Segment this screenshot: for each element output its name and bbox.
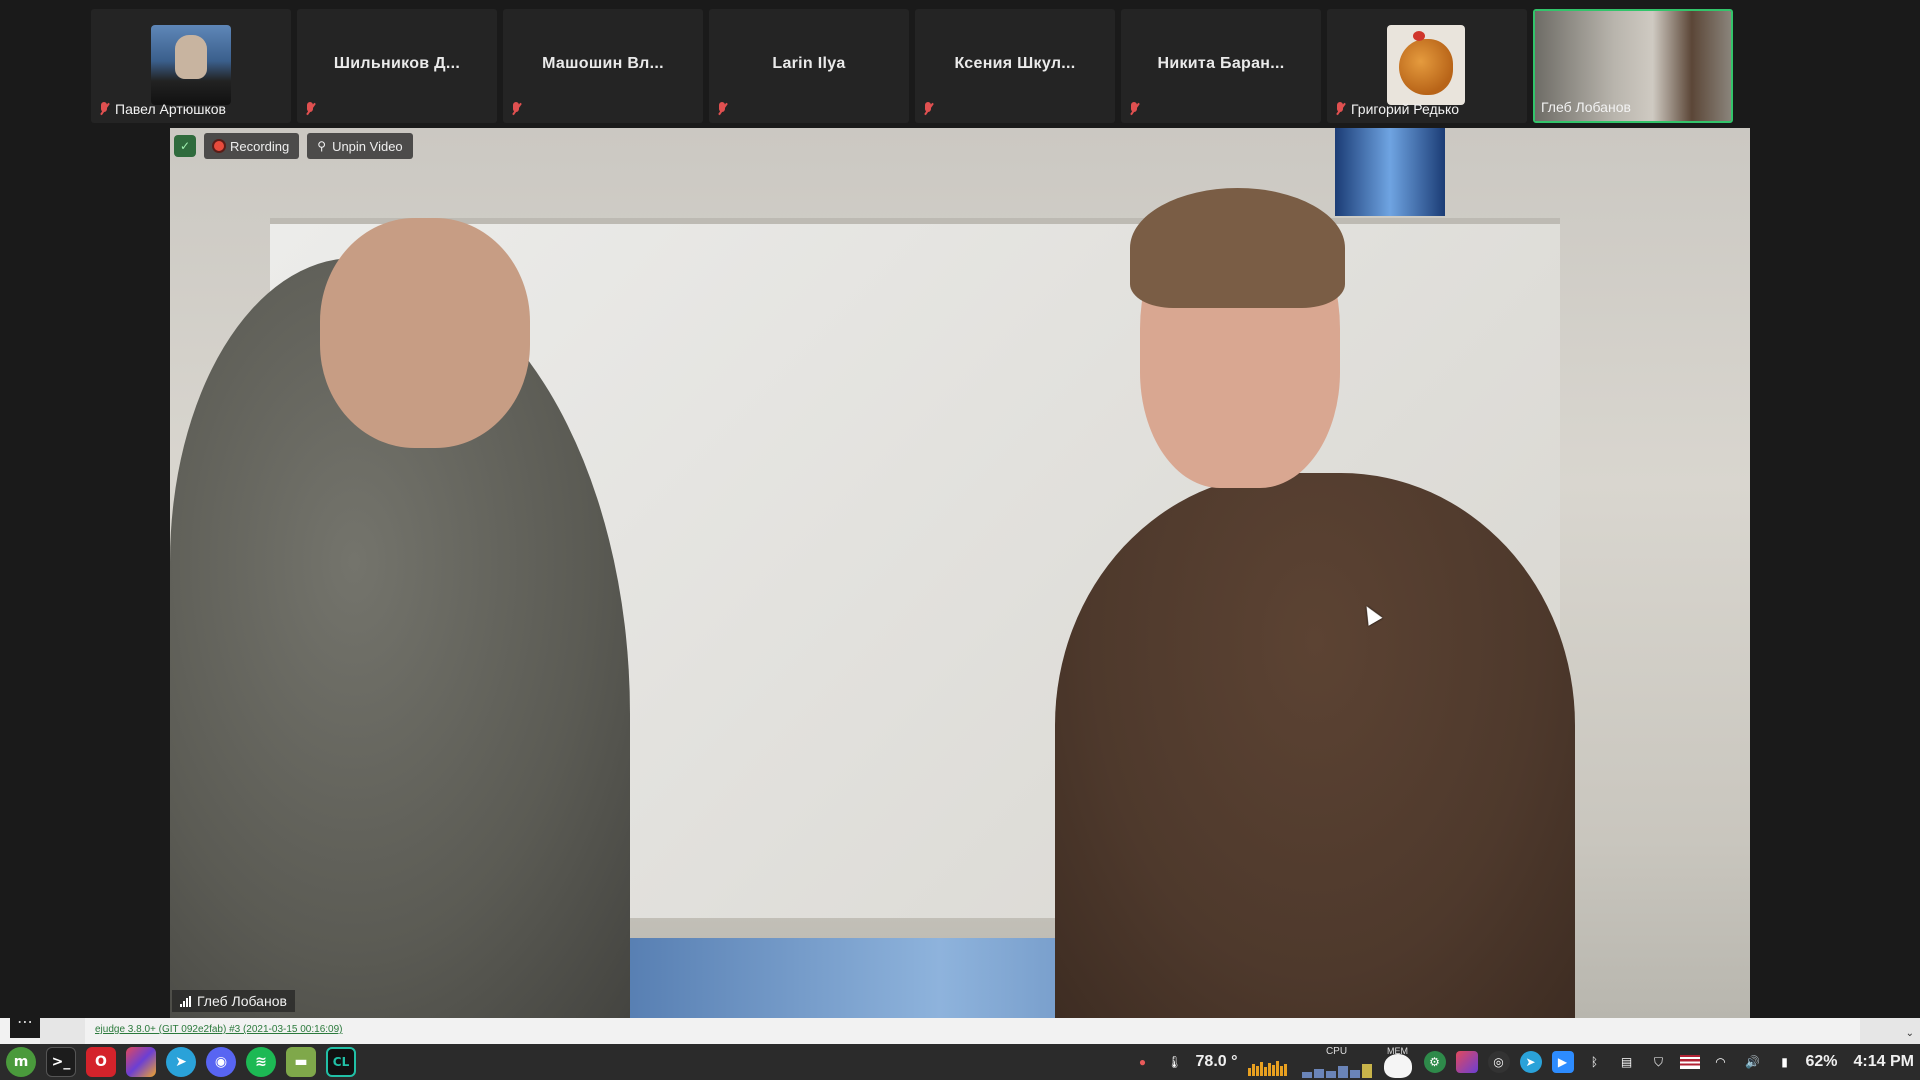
scroll-down-icon[interactable]: ⌄ (1860, 1018, 1920, 1044)
person-right-body (1055, 473, 1575, 1018)
participant-name: Ксения Шкул... (954, 55, 1076, 72)
memory-monitor[interactable]: MEM (1382, 1046, 1414, 1078)
mic-muted-icon (509, 101, 523, 117)
thermometer-icon: 🌡 (1166, 1055, 1183, 1069)
system-tray: ● 🌡 78.0 ° CPU MEM ⚙ ◎ ➤ ▶ ᛒ ▤ ⛉ ◠ 🔊 ▮ 6… (1132, 1046, 1920, 1078)
mic-muted-icon (97, 101, 111, 117)
bluetooth-icon[interactable]: ᛒ (1584, 1051, 1606, 1073)
battery-icon[interactable]: ▮ (1774, 1051, 1796, 1073)
participant-avatar (1387, 25, 1465, 105)
participant-avatar (151, 25, 231, 105)
encryption-shield-icon[interactable]: ✓ (174, 135, 196, 157)
cpu-label: CPU (1325, 1046, 1348, 1057)
shield-tray-icon[interactable]: ⛉ (1648, 1051, 1670, 1073)
location-icon[interactable]: ● (1132, 1051, 1154, 1073)
participant-name: Машошин Вл... (542, 55, 664, 72)
person-right-hair (1130, 188, 1345, 308)
battery-percentage: 62% (1805, 1053, 1838, 1070)
participant-tile-grigoriy[interactable]: Григорий Редько (1327, 9, 1527, 123)
record-dot-icon (214, 141, 224, 151)
participant-gallery-strip: Павел Артюшков Шильников Д... Машошин Вл… (91, 9, 1733, 123)
browser-footer-strip: ⋯ ejudge 3.8.0+ (GIT 092e2fab) #3 (2021-… (0, 1012, 1920, 1044)
participant-tile-nikita[interactable]: Никита Баран... (1121, 9, 1321, 123)
terminal-icon[interactable]: >_ (46, 1047, 76, 1077)
vpn-icon[interactable]: ⚙ (1423, 1051, 1446, 1073)
taskbar-app-launchers: m >_ O ➤ ◉ ≋ ▬ CL (0, 1047, 356, 1077)
clipboard-icon[interactable]: ▤ (1616, 1051, 1638, 1073)
steam-icon[interactable]: ◎ (1487, 1051, 1510, 1073)
zoom-tray-icon[interactable]: ▶ (1551, 1051, 1574, 1073)
participant-name: Глеб Лобанов (1541, 99, 1631, 115)
wifi-icon[interactable]: ◠ (1710, 1051, 1732, 1073)
volume-icon[interactable]: 🔊 (1742, 1051, 1764, 1073)
discord-icon[interactable]: ◉ (206, 1047, 236, 1077)
participant-name: Григорий Редько (1351, 101, 1460, 117)
background-window (1335, 128, 1445, 216)
mic-muted-icon (1333, 101, 1347, 117)
telegram-tray-icon[interactable]: ➤ (1519, 1051, 1542, 1073)
active-speaker-label: Глеб Лобанов (172, 990, 295, 1012)
mic-muted-icon (1127, 101, 1141, 117)
sidebar-toggle-button[interactable] (40, 1018, 85, 1044)
mic-muted-icon (715, 101, 729, 117)
cpu-monitor[interactable]: CPU (1301, 1046, 1372, 1078)
signal-strength-icon (180, 995, 191, 1007)
participant-tile-larin[interactable]: Larin Ilya (709, 9, 909, 123)
participant-tile-mashoshin[interactable]: Машошин Вл... (503, 9, 703, 123)
jetbrains-toolbox-icon[interactable] (126, 1047, 156, 1077)
recording-label: Recording (230, 138, 290, 154)
ejudge-footer-link[interactable]: ejudge 3.8.0+ (GIT 092e2fab) #3 (2021-03… (95, 1024, 343, 1035)
opera-icon[interactable]: O (86, 1047, 116, 1077)
keyboard-layout-flag-icon[interactable] (1679, 1055, 1700, 1069)
unpin-label: Unpin Video (332, 138, 403, 154)
pin-icon: ⚲ (317, 139, 327, 153)
unpin-video-button[interactable]: ⚲ Unpin Video (307, 133, 413, 159)
spotify-icon[interactable]: ≋ (246, 1047, 276, 1077)
participant-tile-gleb[interactable]: Глеб Лобанов (1533, 9, 1733, 123)
video-overlay-controls: ✓ Recording ⚲ Unpin Video (170, 133, 413, 159)
clock[interactable]: 4:14 PM (1854, 1053, 1914, 1071)
telegram-icon[interactable]: ➤ (166, 1047, 196, 1077)
mint-menu-icon[interactable]: m (6, 1047, 36, 1077)
files-icon[interactable]: ▬ (286, 1047, 316, 1077)
speaker-name: Глеб Лобанов (197, 993, 287, 1009)
participant-name: Шильников Д... (333, 55, 461, 72)
recording-indicator[interactable]: Recording (204, 133, 300, 159)
participant-name: Никита Баран... (1157, 55, 1285, 72)
participant-name: Павел Артюшков (115, 101, 226, 117)
temperature-graph (1247, 1048, 1292, 1076)
participant-tile-pavel[interactable]: Павел Артюшков (91, 9, 291, 123)
clion-icon[interactable]: CL (326, 1047, 356, 1077)
zoom-meeting-window: Павел Артюшков Шильников Д... Машошин Вл… (0, 0, 1920, 1018)
mic-muted-icon (303, 101, 317, 117)
participant-name: Larin Ilya (772, 55, 846, 72)
main-video-feed[interactable] (170, 128, 1750, 1018)
system-taskbar: m >_ O ➤ ◉ ≋ ▬ CL ● 🌡 78.0 ° CPU MEM ⚙ ◎… (0, 1044, 1920, 1080)
mic-muted-icon (921, 101, 935, 117)
participant-tile-kseniya[interactable]: Ксения Шкул... (915, 9, 1115, 123)
more-options-icon[interactable]: ⋯ (10, 1012, 40, 1038)
jetbrains-tray-icon[interactable] (1455, 1051, 1478, 1073)
temperature-readout: 78.0 ° (1195, 1053, 1238, 1070)
participant-tile-shilnikov[interactable]: Шильников Д... (297, 9, 497, 123)
